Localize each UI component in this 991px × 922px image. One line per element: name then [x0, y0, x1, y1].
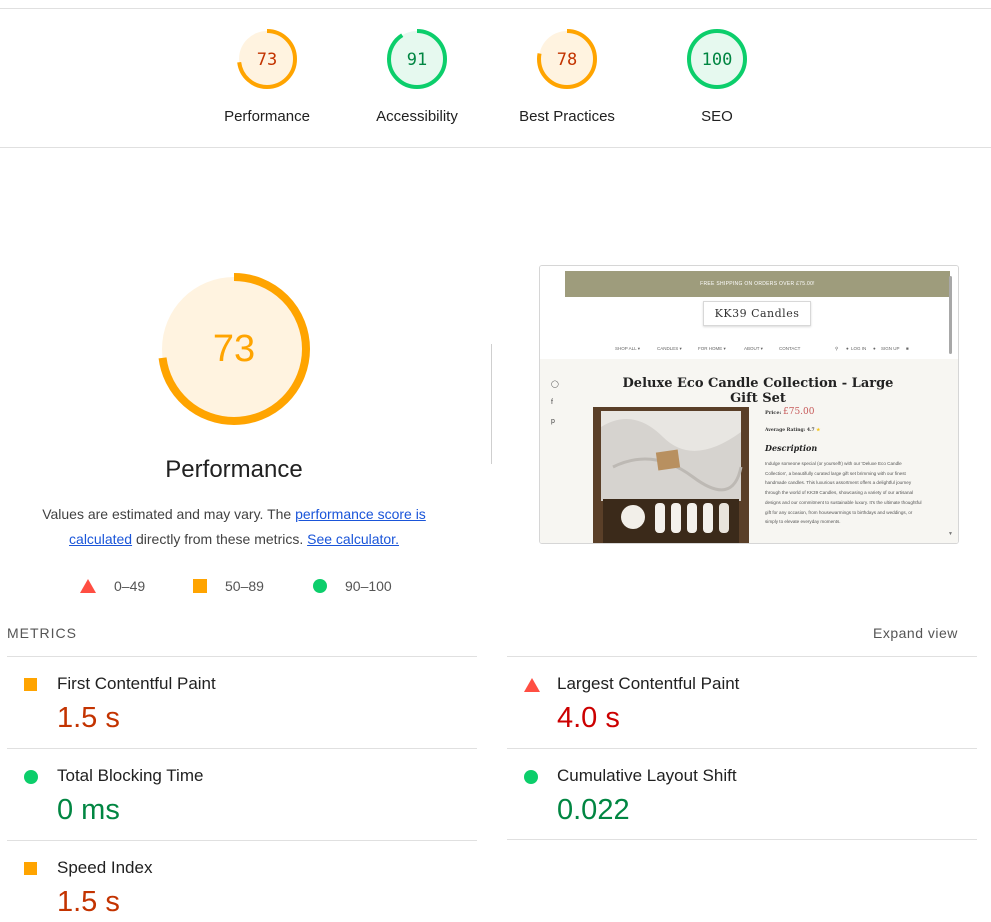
- final-screenshot[interactable]: FREE SHIPPING ON ORDERS OVER £75.00! KK3…: [539, 265, 959, 544]
- legend-pass: 90–100: [313, 576, 392, 596]
- legend-fail: 0–49: [80, 576, 145, 596]
- cart-icon: ■: [906, 346, 909, 351]
- nav-item: FOR HOME ▾: [698, 346, 726, 351]
- gauge-score: 100: [702, 50, 733, 70]
- header-divider: [0, 147, 991, 148]
- legend-range: 0–49: [114, 578, 146, 594]
- metric-value: 0.022: [557, 794, 630, 826]
- description-text: directly from these metrics.: [132, 531, 304, 547]
- performance-gauge-large: 73: [158, 273, 310, 425]
- metric-divider: [507, 748, 977, 749]
- square-icon: [193, 579, 207, 593]
- nav-item: CANDLES ▾: [657, 346, 682, 351]
- metric-value: 1.5 s: [57, 702, 120, 734]
- login-link: LOG IN: [851, 346, 867, 351]
- triangle-icon: [80, 579, 96, 593]
- search-icon: ⚲: [835, 346, 839, 351]
- metric-divider: [507, 839, 977, 840]
- nav-item: ABOUT ▾: [744, 346, 763, 351]
- metric-divider: [507, 656, 977, 657]
- nav-item: SHOP ALL ▾: [615, 346, 641, 351]
- metric-label: Cumulative Layout Shift: [557, 766, 737, 785]
- user-icon: ●: [846, 346, 849, 351]
- gauge-ring: 78: [537, 29, 597, 89]
- metric-divider: [7, 840, 477, 841]
- top-divider: [0, 8, 991, 9]
- expand-view-toggle[interactable]: Expand view: [873, 625, 958, 641]
- legend-range: 50–89: [225, 578, 264, 594]
- triangle-icon: [524, 678, 540, 692]
- scroll-down-icon[interactable]: ▼: [948, 531, 953, 537]
- site-logo: KK39 Candles: [703, 301, 811, 326]
- legend-average: 50–89: [193, 576, 264, 596]
- metric-divider: [7, 748, 477, 749]
- instagram-icon: ◯: [551, 381, 559, 388]
- shipping-banner: FREE SHIPPING ON ORDERS OVER £75.00!: [565, 271, 950, 297]
- metric-value: 0 ms: [57, 794, 120, 826]
- see-calculator-link[interactable]: See calculator.: [307, 531, 399, 547]
- user-plus-icon: ●: [873, 346, 876, 351]
- product-description: Indulge someone special (or yourself!) w…: [765, 461, 922, 525]
- circle-icon: [313, 579, 327, 593]
- metric-label: First Contentful Paint: [57, 674, 216, 693]
- circle-icon: [24, 770, 38, 784]
- price-label: Price:: [765, 410, 782, 416]
- gauge-ring: 91: [387, 29, 447, 89]
- gauge-ring: 73: [237, 29, 297, 89]
- vertical-divider: [491, 344, 492, 464]
- product-title: Deluxe Eco Candle Collection - Large Gif…: [622, 376, 894, 406]
- circle-icon: [524, 770, 538, 784]
- gauge-label: Best Practices: [519, 108, 615, 125]
- scrollbar-thumb[interactable]: [949, 276, 952, 354]
- gauge-ring: 100: [687, 29, 747, 89]
- metric-value: 1.5 s: [57, 886, 120, 918]
- performance-description: Values are estimated and may vary. The p…: [24, 502, 444, 552]
- site-nav: SHOP ALL ▾ CANDLES ▾ FOR HOME ▾ ABOUT ▾ …: [565, 346, 950, 356]
- product-photo: [593, 407, 749, 543]
- product-price: £75.00: [783, 407, 815, 417]
- square-icon: [24, 862, 37, 875]
- description-heading: Description: [765, 443, 818, 453]
- gauge-label: Accessibility: [376, 108, 458, 125]
- performance-score: 73: [213, 328, 255, 370]
- star-icon: ★: [816, 428, 821, 433]
- legend-range: 90–100: [345, 578, 392, 594]
- nav-item: CONTACT: [779, 346, 801, 351]
- metric-label: Total Blocking Time: [57, 766, 204, 785]
- gauge-accessibility[interactable]: 91 Accessibility: [357, 28, 477, 125]
- gauge-label: SEO: [701, 108, 733, 125]
- facebook-icon: f: [551, 399, 553, 406]
- gauge-score: 73: [257, 50, 277, 70]
- gauge-seo[interactable]: 100 SEO: [657, 28, 777, 125]
- metrics-heading: METRICS: [7, 625, 77, 641]
- square-icon: [24, 678, 37, 691]
- performance-title: Performance: [165, 456, 303, 483]
- metric-value: 4.0 s: [557, 702, 620, 734]
- gauge-performance[interactable]: 73 Performance: [207, 28, 327, 125]
- description-text: Values are estimated and may vary. The: [42, 506, 296, 522]
- product-rating: Average Rating: 4.7 ★: [765, 428, 820, 433]
- signup-link: SIGN UP: [881, 346, 900, 351]
- rating-text: Average Rating: 4.7: [765, 428, 815, 433]
- gauge-score: 78: [557, 50, 577, 70]
- gauge-score: 91: [407, 50, 427, 70]
- gauge-label: Performance: [224, 108, 310, 125]
- gauge-best-practices[interactable]: 78 Best Practices: [507, 28, 627, 125]
- pinterest-icon: p: [551, 418, 555, 425]
- metric-label: Speed Index: [57, 858, 153, 877]
- screenshot-page: FREE SHIPPING ON ORDERS OVER £75.00! KK3…: [540, 266, 958, 543]
- metric-divider: [7, 656, 477, 657]
- metric-label: Largest Contentful Paint: [557, 674, 740, 693]
